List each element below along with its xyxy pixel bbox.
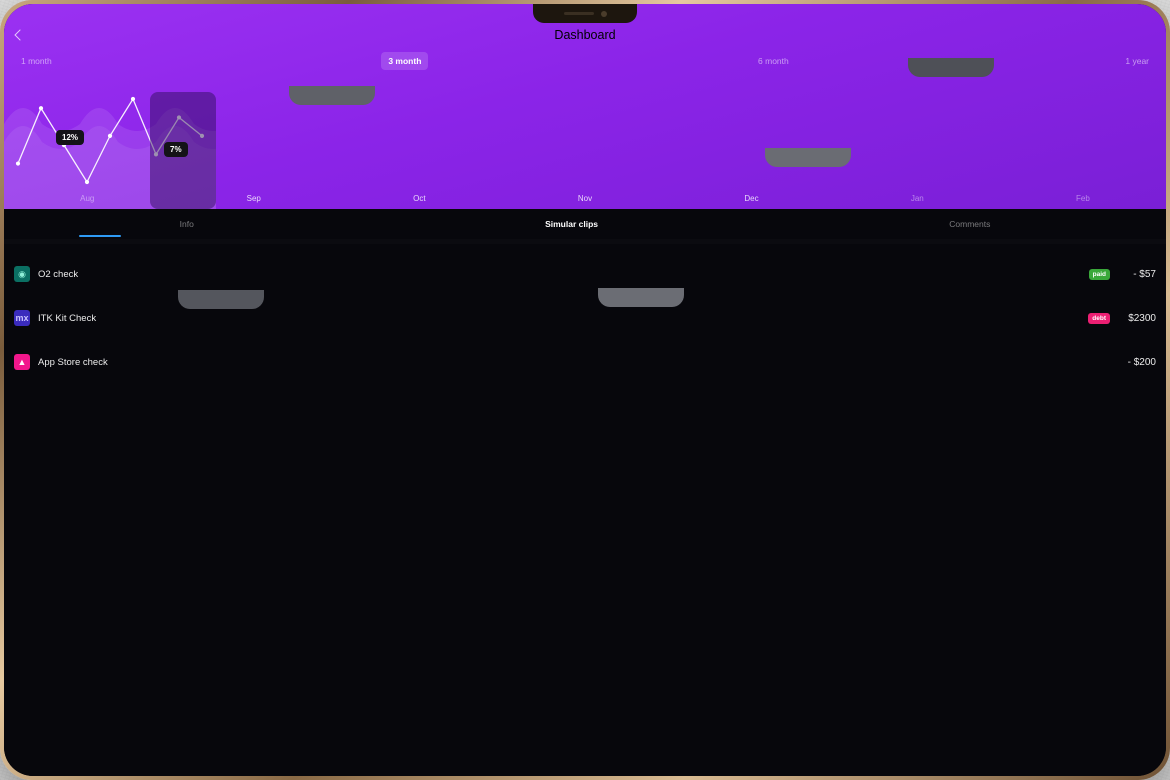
tx-name-2: App Store check bbox=[38, 356, 108, 368]
iphone-notch bbox=[533, 4, 637, 23]
month-aug: Aug bbox=[80, 194, 95, 203]
earpiece-speaker bbox=[563, 11, 594, 16]
dashboard-chart-panel: Dashboard 1 month 3 month 6 month 1 year… bbox=[4, 4, 1166, 209]
month-oct: Oct bbox=[413, 194, 426, 203]
tx-amount-0: - $57 bbox=[1133, 268, 1156, 280]
transaction-list: ◉ O2 check paid - $57 mx ITK Kit Check d… bbox=[4, 244, 1166, 776]
tx-amount-1: $2300 bbox=[1128, 312, 1156, 324]
tx-name-1: ITK Kit Check bbox=[38, 312, 97, 324]
appstore-icon: ▲ bbox=[14, 354, 30, 370]
status-badge: paid bbox=[1088, 268, 1110, 280]
phone-notch bbox=[908, 58, 994, 77]
range-3-month[interactable]: 3 month bbox=[381, 52, 429, 70]
tooltip-12: 12% bbox=[56, 130, 85, 145]
tab-info[interactable]: Info bbox=[180, 219, 194, 229]
phone-notch bbox=[178, 290, 264, 309]
range-1-year[interactable]: 1 year bbox=[1118, 52, 1156, 70]
month-axis: Aug Sep Oct Nov Dec Jan Feb bbox=[4, 194, 1166, 203]
status-badge: debt bbox=[1088, 312, 1110, 324]
o2-icon: ◉ bbox=[14, 266, 30, 282]
dashboard-tab-underline bbox=[79, 235, 121, 237]
table-row[interactable]: ▲ App Store check - $200 bbox=[14, 340, 1156, 384]
dashboard-tabs: Info Simular clips Comments bbox=[4, 209, 1166, 239]
dashboard-line-chart bbox=[4, 92, 216, 209]
tab-comments[interactable]: Comments bbox=[949, 219, 990, 229]
month-feb: Feb bbox=[1076, 194, 1090, 203]
month-dec: Dec bbox=[744, 194, 759, 203]
month-jan: Jan bbox=[910, 194, 924, 203]
front-camera bbox=[600, 10, 607, 17]
tab-simular-clips[interactable]: Simular clips bbox=[545, 219, 598, 229]
phone-notch bbox=[289, 86, 375, 105]
range-6-month[interactable]: 6 month bbox=[751, 52, 796, 70]
iphone-screen: Dashboard 1 month 3 month 6 month 1 year… bbox=[4, 4, 1166, 776]
phone-dashboard: Dashboard 1 month 3 month 6 month 1 year… bbox=[0, 0, 1170, 780]
phone-notch bbox=[598, 288, 684, 307]
month-sep: Sep bbox=[246, 194, 261, 203]
phone-notch bbox=[765, 148, 851, 167]
tx-amount-2: - $200 bbox=[1127, 356, 1156, 368]
tooltip-7: 7% bbox=[164, 142, 188, 157]
mx-icon: mx bbox=[14, 310, 30, 326]
month-nov: Nov bbox=[577, 194, 593, 203]
tx-name-0: O2 check bbox=[38, 268, 79, 280]
